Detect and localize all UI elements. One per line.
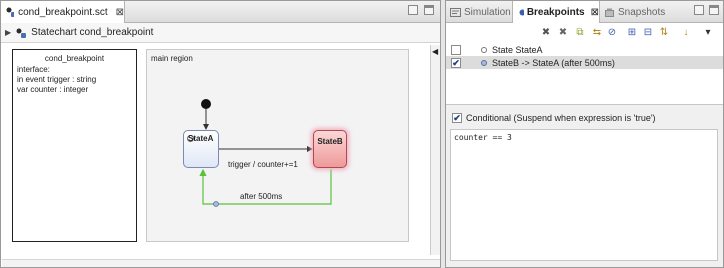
tab-label: cond_breakpoint.sct	[18, 6, 108, 18]
state-a-label: StateA	[188, 134, 214, 143]
expand-all-icon[interactable]: ⇆	[591, 27, 603, 39]
sort-icon[interactable]: ↓	[680, 27, 692, 39]
snapshots-icon	[605, 8, 614, 17]
horizontal-scrollbar[interactable]	[2, 259, 440, 267]
breakpoint-checkbox-checked[interactable]: ✔	[451, 57, 461, 68]
link-editor-icon[interactable]: ⧉	[574, 27, 586, 39]
interface-line: var counter : integer	[17, 85, 89, 94]
condition-expression-editor[interactable]: counter == 3	[450, 129, 718, 261]
tab-snapshots-label: Snapshots	[618, 6, 666, 18]
breakpoints-list: State StateA ✔ StateB -> StateA (after 5…	[446, 41, 723, 105]
interface-line: interface:	[17, 65, 50, 74]
interface-title: cond_breakpoint	[44, 54, 105, 63]
breakpoint-label: State StateA	[492, 44, 543, 55]
maximize-view-button[interactable]	[709, 5, 719, 15]
skip-breakpoints-icon[interactable]: ⊘	[606, 27, 618, 39]
trigger-transition-label: trigger / counter+=1	[228, 160, 298, 169]
after-transition-label: after 500ms	[240, 192, 283, 201]
conditional-label: Conditional (Suspend when expression is …	[466, 113, 656, 123]
view-menu-icon[interactable]: ▾	[702, 27, 714, 39]
breakpoints-icon	[519, 8, 524, 15]
expand-tree-icon[interactable]: ⊞	[626, 27, 638, 39]
statechart-editor: cond_breakpoint.sct ⊠ ▶ Statechart cond_…	[0, 0, 441, 268]
sync-icon[interactable]: ⇅	[658, 27, 670, 39]
tab-breakpoints[interactable]: Breakpoints ⊠	[512, 1, 600, 23]
tab-simulation[interactable]: Simulation	[446, 1, 512, 23]
simulation-icon	[450, 7, 461, 17]
main-region[interactable]: main region StateA StateB trigger / coun…	[146, 49, 409, 242]
breakpoint-icon	[481, 46, 487, 53]
debug-tabbar: Simulation Breakpoints ⊠ Snapshots	[446, 1, 723, 23]
minimize-view-button[interactable]	[694, 5, 704, 15]
palette-collapse-button[interactable]: ◀	[430, 45, 440, 255]
tab-breakpoints-label: Breakpoints	[526, 6, 585, 18]
state-a[interactable]: StateA	[183, 130, 219, 168]
collapse-tree-icon[interactable]: ⊟	[642, 27, 654, 39]
breakpoint-marker[interactable]	[213, 201, 219, 207]
debug-views: Simulation Breakpoints ⊠ Snapshots ✖ ✖ ⧉…	[445, 0, 724, 268]
editor-window-buttons	[408, 5, 434, 15]
remove-all-breakpoints-icon[interactable]: ✖	[557, 27, 569, 39]
state-b[interactable]: StateB	[313, 130, 347, 168]
state-b-label: StateB	[317, 137, 343, 146]
breakpoints-toolbar: ✖ ✖ ⧉ ⇆ ⊘ ⊞ ⊟ ⇅ ↓ ▾	[446, 23, 723, 43]
editor-tabbar: cond_breakpoint.sct ⊠	[1, 1, 440, 23]
interface-line: in event trigger : string	[17, 75, 97, 84]
diagram-canvas[interactable]: cond_breakpoint interface: in event trig…	[5, 45, 429, 255]
breadcrumb-label: Statechart cond_breakpoint	[31, 27, 154, 38]
breakpoint-row[interactable]: State StateA	[446, 43, 723, 56]
view-window-buttons	[694, 5, 719, 15]
breakpoint-row-selected[interactable]: ✔ StateB -> StateA (after 500ms)	[446, 56, 723, 69]
close-breakpoints-tab-icon[interactable]: ⊠	[591, 7, 599, 18]
minimize-button[interactable]	[408, 5, 418, 15]
tab-cond-breakpoint[interactable]: cond_breakpoint.sct ⊠	[1, 1, 125, 23]
statechart-file-icon	[6, 7, 15, 17]
condition-pane: ✔ Conditional (Suspend when expression i…	[446, 105, 723, 267]
breakpoint-label: StateB -> StateA (after 500ms)	[492, 57, 615, 68]
condition-expression: counter == 3	[454, 133, 512, 142]
conditional-checkbox[interactable]: ✔	[452, 113, 462, 123]
conditional-option[interactable]: ✔ Conditional (Suspend when expression i…	[452, 113, 656, 123]
initial-node[interactable]	[201, 99, 211, 109]
maximize-button[interactable]	[424, 5, 434, 15]
statechart-icon	[16, 28, 27, 38]
expand-triangle-icon[interactable]: ▶	[5, 28, 11, 37]
interface-box[interactable]: cond_breakpoint interface: in event trig…	[12, 49, 137, 242]
breakpoint-icon	[481, 59, 487, 66]
breadcrumb: ▶ Statechart cond_breakpoint	[1, 23, 440, 43]
remove-breakpoint-icon[interactable]: ✖	[540, 27, 552, 39]
tab-simulation-label: Simulation	[464, 6, 511, 18]
collapse-left-icon: ◀	[432, 47, 439, 56]
tab-snapshots[interactable]: Snapshots	[600, 1, 670, 23]
close-tab-icon[interactable]: ⊠	[116, 7, 124, 18]
breakpoint-checkbox[interactable]	[451, 44, 461, 55]
